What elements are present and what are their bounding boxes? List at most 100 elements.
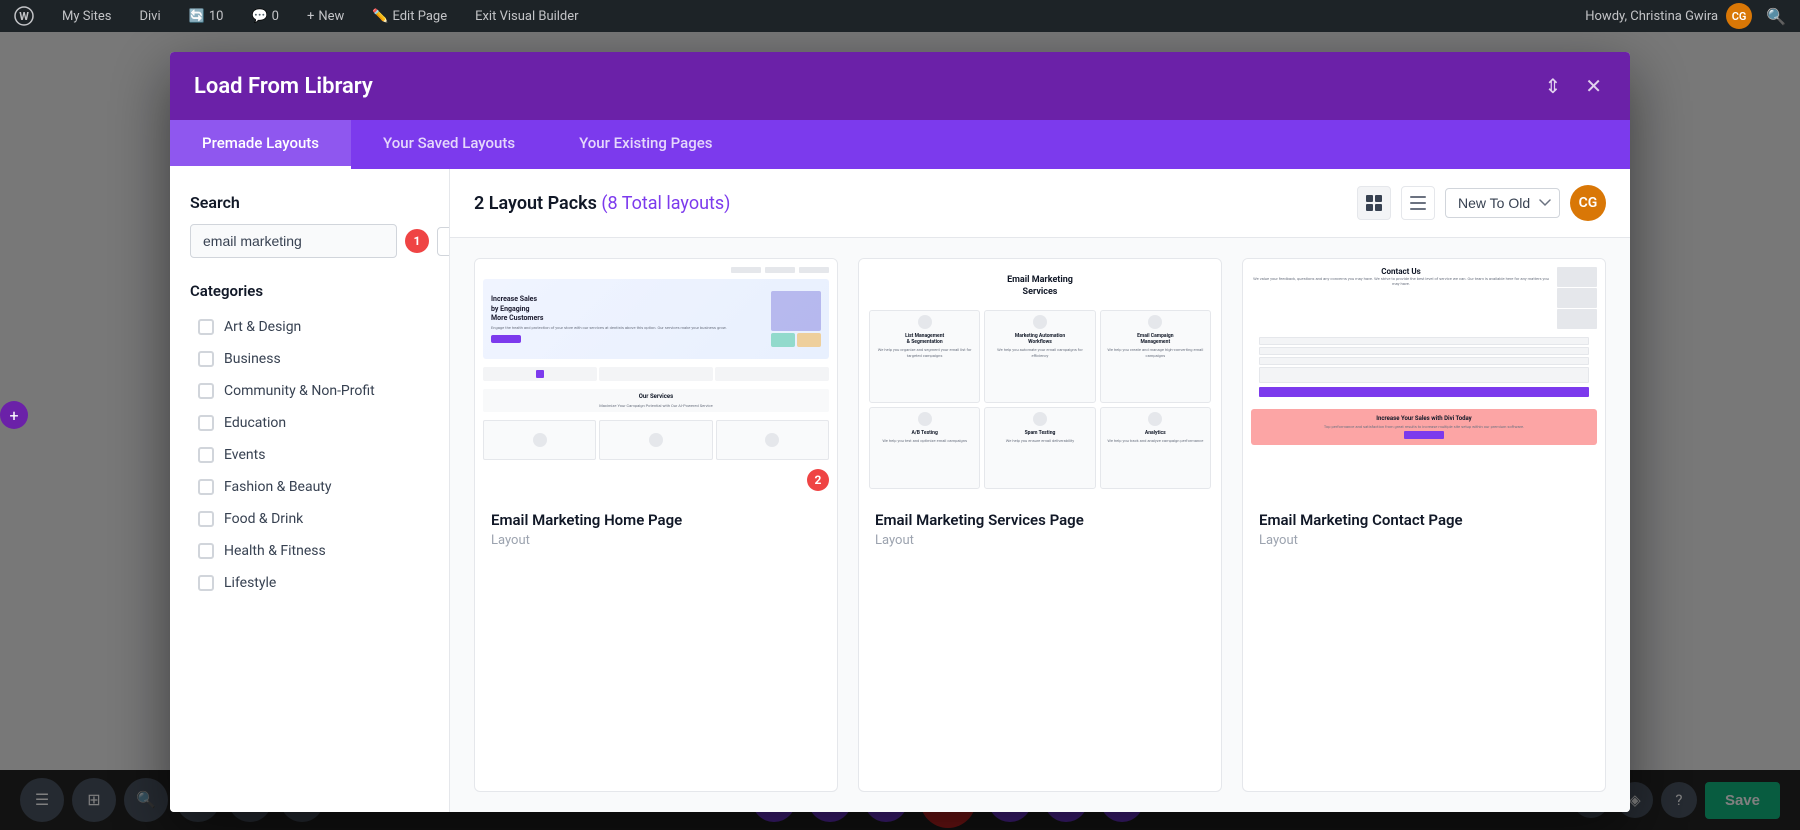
category-label: Art & Design	[224, 319, 301, 335]
category-events[interactable]: Events	[190, 440, 429, 470]
card-name-email-services: Email Marketing Services Page	[875, 511, 1205, 529]
wp-logo[interactable]: W	[8, 0, 40, 32]
exit-vb-label: Exit Visual Builder	[475, 9, 578, 24]
card-preview-email-services: Email MarketingServices List Management&…	[859, 259, 1221, 499]
close-modal-button[interactable]: ✕	[1581, 70, 1606, 102]
updates-menu[interactable]: 🔄 10	[183, 0, 230, 32]
search-badge: 1	[405, 229, 429, 253]
comments-count: 0	[272, 9, 279, 24]
svg-text:W: W	[19, 10, 29, 23]
card-info-email-home: Email Marketing Home Page Layout	[475, 499, 837, 560]
category-label: Lifestyle	[224, 575, 276, 591]
grid-view-button[interactable]	[1357, 186, 1391, 220]
admin-bar: W My Sites Divi 🔄 10 💬 0 + New ✏️ Edit P…	[0, 0, 1800, 32]
toolbar-right: New To Old Old To New A to Z Z to A CG	[1357, 185, 1606, 221]
contact-us-title: Contact Us	[1251, 267, 1551, 276]
divi-label: Divi	[139, 9, 160, 24]
categories-title: Categories	[190, 282, 429, 300]
tab-existing-label: Your Existing Pages	[579, 134, 712, 152]
close-icon: ✕	[1585, 74, 1602, 98]
card-name-email-home: Email Marketing Home Page	[491, 511, 821, 529]
card-preview-email-contact: Contact Us We value your feedback, quest…	[1243, 259, 1605, 499]
search-section-title: Search	[190, 193, 429, 212]
category-checkbox-lifestyle[interactable]	[198, 575, 214, 591]
new-label: New	[318, 9, 344, 24]
modal-title: Load From Library	[194, 74, 373, 99]
edit-page-link[interactable]: ✏️ Edit Page	[366, 0, 453, 32]
modal-tabs: Premade Layouts Your Saved Layouts Your …	[170, 120, 1630, 169]
card-badge-2: 2	[807, 469, 829, 491]
user-avatar[interactable]: CG	[1726, 3, 1752, 29]
tab-premade-layouts[interactable]: Premade Layouts	[170, 120, 351, 169]
add-content-button[interactable]: +	[0, 401, 28, 429]
updates-count: 10	[209, 9, 224, 24]
user-avatar-main[interactable]: CG	[1570, 185, 1606, 221]
layout-packs-heading: 2 Layout Packs (8 Total layouts)	[474, 193, 730, 214]
category-label: Events	[224, 447, 265, 463]
exit-visual-builder-link[interactable]: Exit Visual Builder	[469, 0, 584, 32]
category-label: Health & Fitness	[224, 543, 326, 559]
admin-bar-right: Howdy, Christina Gwira CG 🔍	[1585, 3, 1792, 29]
category-checkbox-fashion[interactable]	[198, 479, 214, 495]
category-business[interactable]: Business	[190, 344, 429, 374]
tab-saved-label: Your Saved Layouts	[383, 134, 515, 152]
services-preview-title: Email MarketingServices	[869, 275, 1211, 298]
category-art-design[interactable]: Art & Design	[190, 312, 429, 342]
card-info-email-contact: Email Marketing Contact Page Layout	[1243, 499, 1605, 560]
category-label: Food & Drink	[224, 511, 303, 527]
category-community[interactable]: Community & Non-Profit	[190, 376, 429, 406]
category-checkbox-community[interactable]	[198, 383, 214, 399]
tab-premade-label: Premade Layouts	[202, 134, 319, 152]
search-input[interactable]	[190, 224, 397, 258]
category-label: Business	[224, 351, 281, 367]
category-checkbox-business[interactable]	[198, 351, 214, 367]
layouts-grid: Increase Salesby EngagingMore Customers …	[450, 238, 1630, 812]
search-container: 1 + Filter	[190, 224, 429, 258]
adjust-modal-button[interactable]: ⇕	[1540, 70, 1565, 102]
category-lifestyle[interactable]: Lifestyle	[190, 568, 429, 598]
layout-card-email-home[interactable]: Increase Salesby EngagingMore Customers …	[474, 258, 838, 792]
new-menu[interactable]: + New	[301, 0, 350, 32]
category-health-fitness[interactable]: Health & Fitness	[190, 536, 429, 566]
modal-header-actions: ⇕ ✕	[1540, 70, 1606, 102]
add-icon: +	[9, 406, 18, 425]
category-label: Community & Non-Profit	[224, 383, 375, 399]
howdy-text: Howdy, Christina Gwira	[1585, 9, 1718, 24]
layouts-main-area: 2 Layout Packs (8 Total layouts)	[450, 169, 1630, 812]
layout-card-email-services[interactable]: Email MarketingServices List Management&…	[858, 258, 1222, 792]
tab-saved-layouts[interactable]: Your Saved Layouts	[351, 120, 547, 169]
card-type-email-services: Layout	[875, 533, 1205, 548]
category-checkbox-health[interactable]	[198, 543, 214, 559]
search-btn[interactable]: 🔍	[1760, 7, 1792, 26]
tab-existing-pages[interactable]: Your Existing Pages	[547, 120, 744, 169]
card-type-email-home: Layout	[491, 533, 821, 548]
edit-page-label: Edit Page	[392, 9, 447, 24]
my-sites-label: My Sites	[62, 9, 111, 24]
divi-menu[interactable]: Divi	[133, 0, 166, 32]
filter-button[interactable]: + Filter	[437, 227, 450, 256]
main-toolbar: 2 Layout Packs (8 Total layouts)	[450, 169, 1630, 238]
sort-select[interactable]: New To Old Old To New A to Z Z to A	[1445, 188, 1560, 218]
category-label: Fashion & Beauty	[224, 479, 332, 495]
category-label: Education	[224, 415, 286, 431]
my-sites-menu[interactable]: My Sites	[56, 0, 117, 32]
category-food-drink[interactable]: Food & Drink	[190, 504, 429, 534]
filter-sidebar: Search 1 + Filter Categories Art & Desig…	[170, 169, 450, 812]
category-checkbox-food[interactable]	[198, 511, 214, 527]
category-list: Art & Design Business Community & Non-Pr…	[190, 312, 429, 598]
card-preview-email-home: Increase Salesby EngagingMore Customers …	[475, 259, 837, 499]
category-checkbox-art[interactable]	[198, 319, 214, 335]
modal-body: Search 1 + Filter Categories Art & Desig…	[170, 169, 1630, 812]
comments-menu[interactable]: 💬 0	[245, 0, 285, 32]
modal-header: Load From Library ⇕ ✕	[170, 52, 1630, 120]
total-layouts-count: (8 Total layouts)	[601, 193, 730, 214]
category-checkbox-events[interactable]	[198, 447, 214, 463]
load-from-library-modal: Load From Library ⇕ ✕ Premade Layouts Yo…	[170, 52, 1630, 812]
category-checkbox-education[interactable]	[198, 415, 214, 431]
category-education[interactable]: Education	[190, 408, 429, 438]
category-fashion-beauty[interactable]: Fashion & Beauty	[190, 472, 429, 502]
list-view-button[interactable]	[1401, 186, 1435, 220]
layout-packs-count-label: 2 Layout Packs (8 Total layouts)	[474, 193, 730, 214]
layout-packs-number: 2 Layout Packs	[474, 193, 597, 214]
layout-card-email-contact[interactable]: Contact Us We value your feedback, quest…	[1242, 258, 1606, 792]
